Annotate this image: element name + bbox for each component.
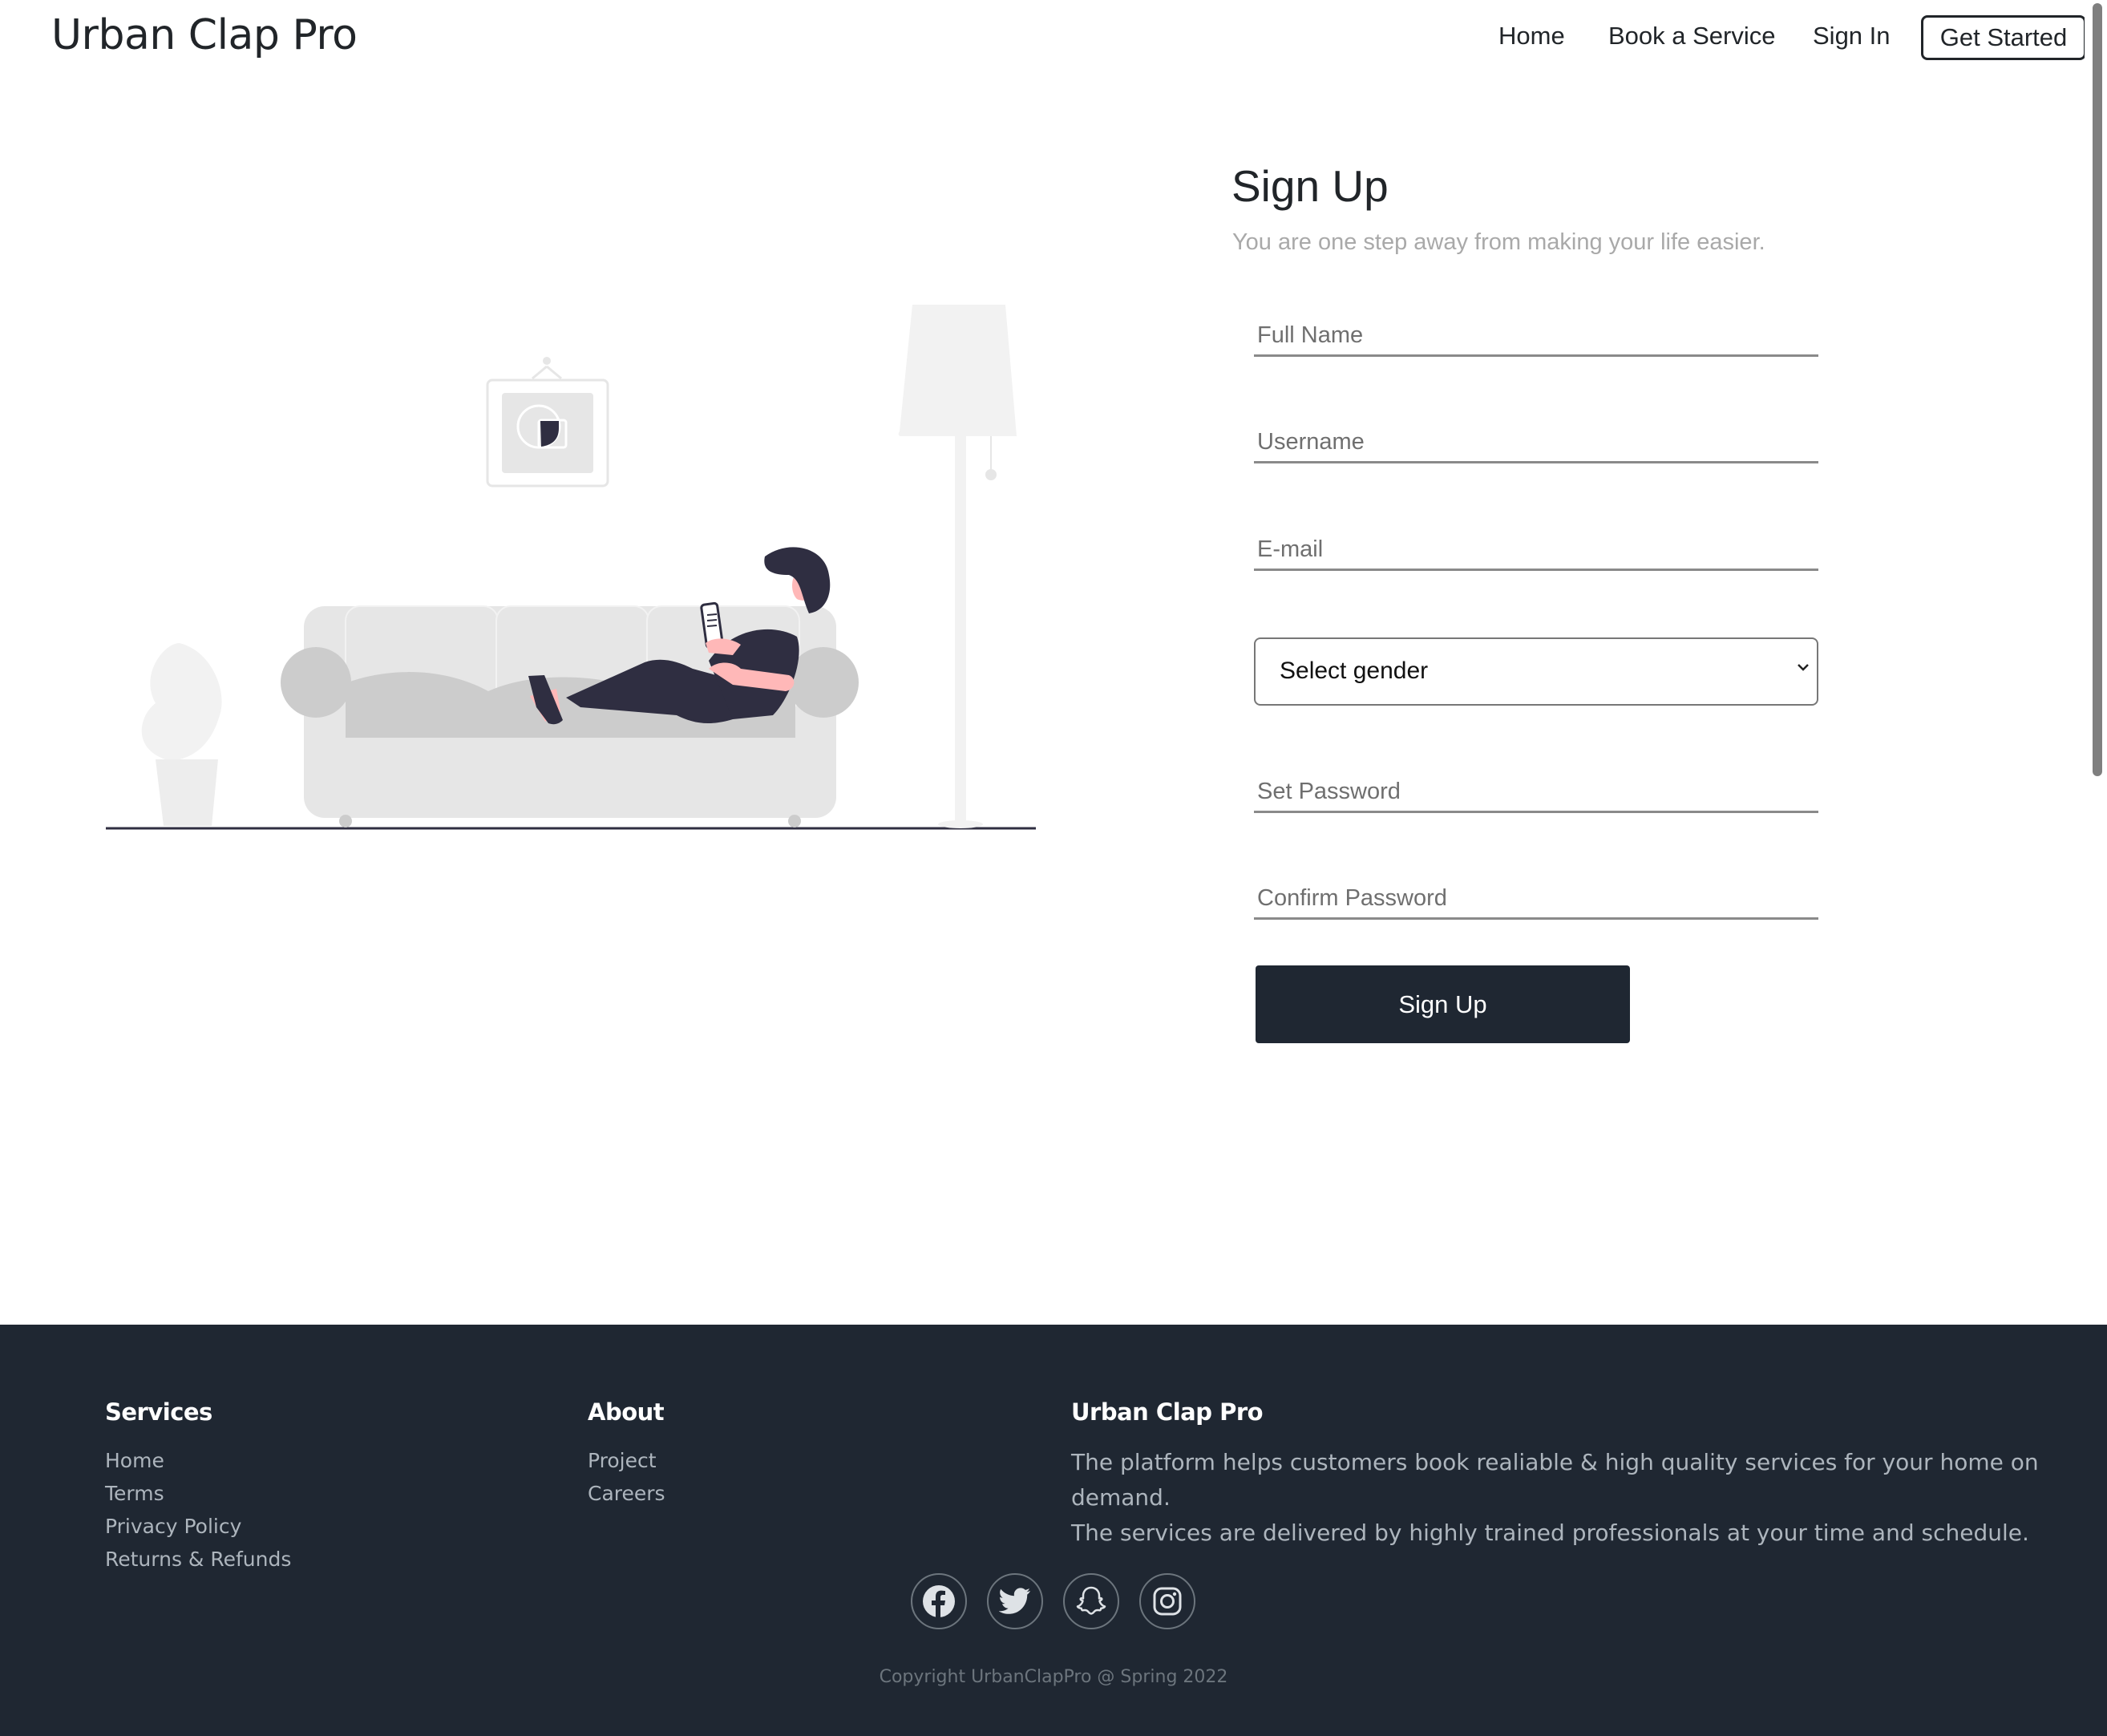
full-name-field[interactable] [1254,317,1822,357]
gender-select[interactable]: Select gender [1254,637,1818,706]
username-field[interactable] [1254,423,1822,463]
nav-book-service[interactable]: Book a Service [1608,22,1776,51]
form-subtitle: You are one step away from making your l… [1232,229,1765,255]
twitter-link[interactable] [987,1573,1043,1629]
navbar: Urban Clap Pro Home Book a Service Sign … [0,0,2086,80]
username-input[interactable] [1254,423,1822,461]
footer-link-refunds[interactable]: Returns & Refunds [105,1548,291,1571]
brand-logo[interactable]: Urban Clap Pro [51,11,358,59]
nav-sign-in[interactable]: Sign In [1813,22,1891,51]
snapchat-icon [1076,1586,1106,1615]
footer-link-careers[interactable]: Careers [588,1482,665,1505]
confirm-password-field[interactable] [1254,880,1822,920]
instagram-link[interactable] [1139,1573,1195,1629]
confirm-password-input[interactable] [1254,880,1822,917]
email-field[interactable] [1254,531,1822,571]
scrollbar-thumb[interactable] [2093,3,2102,776]
relaxing-on-sofa-illustration [106,305,1036,830]
footer-link-home[interactable]: Home [105,1449,164,1472]
footer-link-privacy[interactable]: Privacy Policy [105,1515,241,1538]
get-started-button[interactable]: Get Started [1921,15,2086,60]
snapchat-link[interactable] [1063,1573,1119,1629]
footer: Services Home Terms Privacy Policy Retur… [0,1325,2107,1736]
footer-description-line-2: The services are delivered by highly tra… [1071,1520,2029,1546]
facebook-link[interactable] [911,1573,967,1629]
footer-link-project[interactable]: Project [588,1449,657,1472]
form-title: Sign Up [1231,161,1389,211]
email-input[interactable] [1254,531,1822,569]
instagram-icon [1153,1587,1182,1616]
nav-home[interactable]: Home [1498,22,1565,51]
set-password-input[interactable] [1254,773,1822,811]
twitter-icon [999,1588,1030,1614]
sign-up-button[interactable]: Sign Up [1256,965,1630,1043]
copyright-text: Copyright UrbanClapPro @ Spring 2022 [879,1667,1228,1687]
facebook-icon [923,1585,955,1617]
chevron-down-icon [1798,664,1809,671]
footer-link-terms[interactable]: Terms [105,1482,164,1505]
password-field[interactable] [1254,773,1822,813]
full-name-input[interactable] [1254,317,1822,354]
footer-description-line-1: The platform helps customers book realia… [1071,1449,2039,1511]
footer-brand-title: Urban Clap Pro [1071,1398,1264,1426]
footer-description: The platform helps customers book realia… [1071,1445,2057,1551]
footer-about-title: About [588,1398,665,1426]
footer-services-title: Services [105,1398,212,1426]
gender-select-value: Select gender [1280,658,1429,684]
